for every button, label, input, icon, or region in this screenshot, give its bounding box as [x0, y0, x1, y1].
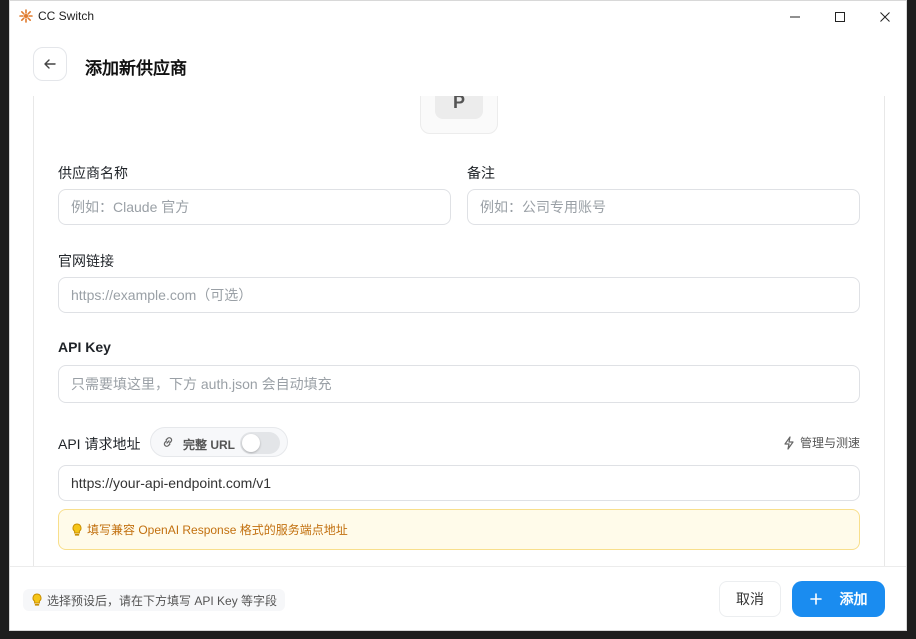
app-window: CC Switch 添加新供应商 P 供应商名称 例如：Claude 官方 备注…: [9, 0, 907, 631]
manage-speedtest-button[interactable]: 管理与测速: [782, 434, 860, 451]
footer-bar: 选择预设后，请在下方填写 API Key 等字段 取消 添加: [10, 566, 906, 630]
endpoint-label: API 请求地址: [58, 436, 141, 452]
provider-form-card: P 供应商名称 例如：Claude 官方 备注 例如：公司专用账号 官网链接 h…: [33, 96, 885, 566]
close-icon: [880, 11, 890, 22]
website-label: 官网链接: [58, 253, 114, 269]
close-button[interactable]: [862, 1, 906, 32]
full-url-label: 完整 URL: [183, 438, 235, 452]
provider-name-label: 供应商名称: [58, 165, 128, 181]
website-placeholder: https://example.com（可选）: [71, 287, 253, 303]
back-button[interactable]: [33, 47, 67, 81]
lightning-icon: [784, 435, 794, 450]
cancel-button[interactable]: 取消: [719, 581, 781, 617]
provider-logo[interactable]: P: [420, 96, 498, 134]
add-button[interactable]: 添加: [792, 581, 885, 617]
notes-placeholder: 例如：公司专用账号: [480, 199, 606, 215]
provider-name-placeholder: 例如：Claude 官方: [71, 199, 190, 215]
title-bar: CC Switch: [10, 1, 906, 32]
full-url-toggle-group: 完整 URL: [150, 427, 288, 457]
maximize-icon: [835, 11, 845, 22]
preset-hint: 选择预设后，请在下方填写 API Key 等字段: [23, 589, 286, 611]
lightbulb-icon: [72, 522, 82, 536]
cancel-label: 取消: [736, 591, 764, 607]
api-key-label: API Key: [58, 339, 111, 355]
window-title: CC Switch: [38, 9, 95, 23]
maximize-button[interactable]: [817, 1, 863, 32]
endpoint-hint-text: 填写兼容 OpenAI Response 格式的服务端点地址: [87, 523, 348, 537]
lightbulb-icon: [32, 593, 42, 606]
plus-icon: [809, 593, 822, 605]
sun-logo-icon: [19, 9, 33, 23]
provider-logo-letter: P: [435, 96, 483, 119]
preset-hint-text: 选择预设后，请在下方填写 API Key 等字段: [47, 593, 278, 608]
api-key-placeholder: 只需要填这里，下方 auth.json 会自动填充: [71, 376, 332, 392]
minimize-button[interactable]: [772, 1, 818, 32]
provider-name-input[interactable]: 例如：Claude 官方: [58, 189, 451, 225]
endpoint-hint: 填写兼容 OpenAI Response 格式的服务端点地址: [58, 509, 860, 550]
notes-input[interactable]: 例如：公司专用账号: [467, 189, 860, 225]
minimize-icon: [790, 16, 800, 17]
endpoint-input[interactable]: https://your-api-endpoint.com/v1: [58, 465, 860, 501]
page-title: 添加新供应商: [85, 59, 187, 78]
add-label: 添加: [839, 591, 868, 607]
manage-speedtest-label: 管理与测速: [800, 436, 861, 450]
endpoint-value: https://your-api-endpoint.com/v1: [71, 475, 271, 491]
full-url-switch[interactable]: [240, 432, 280, 454]
api-key-input[interactable]: 只需要填这里，下方 auth.json 会自动填充: [58, 365, 860, 403]
website-input[interactable]: https://example.com（可选）: [58, 277, 860, 313]
arrow-left-icon: [44, 59, 56, 69]
full-url-switch-knob: [242, 434, 260, 452]
link-icon: [163, 437, 173, 447]
notes-label: 备注: [467, 165, 495, 181]
